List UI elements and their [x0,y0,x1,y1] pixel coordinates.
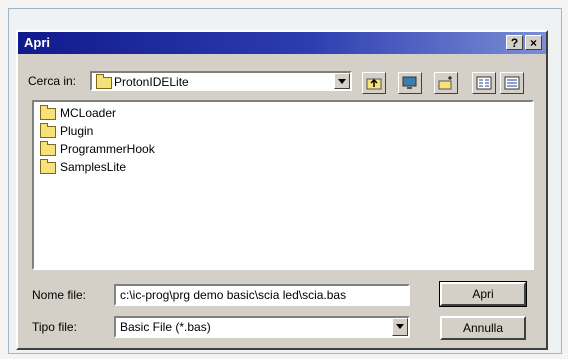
new-folder-button[interactable] [434,72,458,94]
chevron-down-icon[interactable] [334,73,350,89]
list-item-label: MCLoader [60,106,117,120]
desktop-button[interactable] [398,72,422,94]
folder-icon [40,140,56,156]
filename-label: Nome file: [32,288,87,302]
list-item-label: SamplesLite [60,160,127,174]
list-item[interactable]: Plugin [40,122,94,138]
file-list[interactable]: MCLoader Plugin ProgrammerHook SamplesLi… [32,100,534,270]
list-view-icon [476,76,492,90]
list-view-button[interactable] [472,72,496,94]
list-item[interactable]: ProgrammerHook [40,140,155,156]
list-item-label: ProgrammerHook [60,142,155,156]
up-folder-button[interactable] [362,72,386,94]
dialog-titlebar: Apri ? × [18,32,546,54]
look-in-label: Cerca in: [28,74,77,88]
look-in-combo[interactable]: ProtonIDELite [90,71,352,91]
filetype-select[interactable]: Basic File (*.bas) [114,316,410,338]
list-item-label: Plugin [60,124,94,138]
desktop-icon [402,76,417,89]
chevron-down-icon[interactable] [392,318,408,336]
folder-icon [96,74,112,89]
filename-value: c:\ic-prog\prg demo basic\scia led\scia.… [120,288,347,302]
list-item[interactable]: SamplesLite [40,158,127,174]
help-button[interactable]: ? [506,35,523,50]
folder-icon [40,104,56,120]
details-view-button[interactable] [500,72,524,94]
folder-icon [40,158,56,174]
list-item[interactable]: MCLoader [40,104,117,120]
cancel-button[interactable]: Annulla [440,316,526,340]
open-file-dialog: Apri ? × Cerca in: ProtonIDELite MCLoade… [16,30,548,350]
open-button[interactable]: Apri [439,281,527,307]
dialog-title: Apri [24,35,50,50]
look-in-value: ProtonIDELite [114,75,189,89]
details-view-icon [504,76,520,90]
new-folder-icon [438,76,452,90]
filetype-value: Basic File (*.bas) [120,320,211,334]
close-button[interactable]: × [525,35,542,50]
filetype-label: Tipo file: [32,320,77,334]
filename-field[interactable]: c:\ic-prog\prg demo basic\scia led\scia.… [114,284,410,306]
up-folder-icon [366,78,382,90]
folder-icon [40,122,56,138]
